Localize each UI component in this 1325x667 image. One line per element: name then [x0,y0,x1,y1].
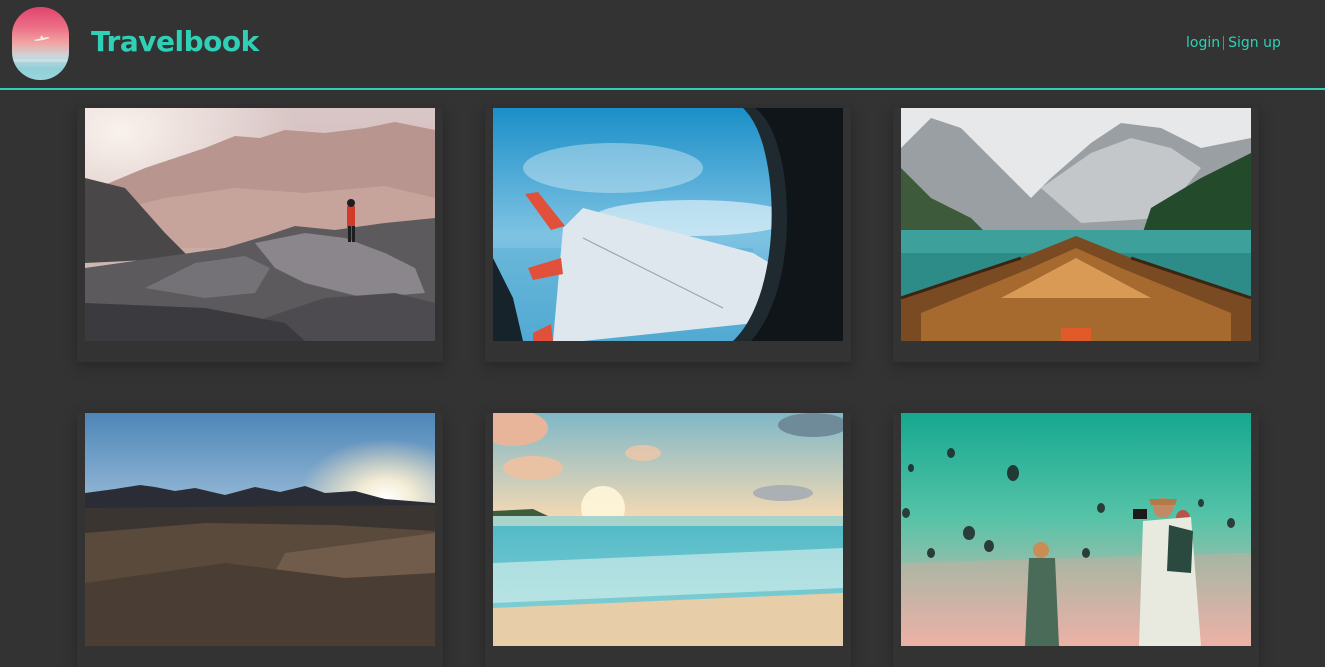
gallery-card[interactable] [77,108,443,362]
beach-sunset-photo[interactable] [493,413,843,646]
top-navbar: Travelbook login Sign up [0,0,1325,90]
gallery-card[interactable] [485,413,851,667]
gallery-card[interactable] [893,413,1259,667]
desert-hiker-photo[interactable] [85,108,435,341]
mountain-lake-boat-photo[interactable] [901,108,1251,341]
gallery-card[interactable] [485,108,851,362]
login-link[interactable]: login [1186,35,1220,51]
gallery-card[interactable] [893,108,1259,362]
signup-link[interactable]: Sign up [1228,35,1281,51]
airplane-window-photo[interactable] [493,108,843,341]
brand-title[interactable]: Travelbook [91,24,259,60]
logo-icon[interactable] [12,7,69,80]
hot-air-balloons-photo[interactable] [901,413,1251,646]
auth-nav: login Sign up [1186,33,1281,53]
desert-sunset-photo[interactable] [85,413,435,646]
nav-divider [1223,36,1225,50]
gallery-card[interactable] [77,413,443,667]
